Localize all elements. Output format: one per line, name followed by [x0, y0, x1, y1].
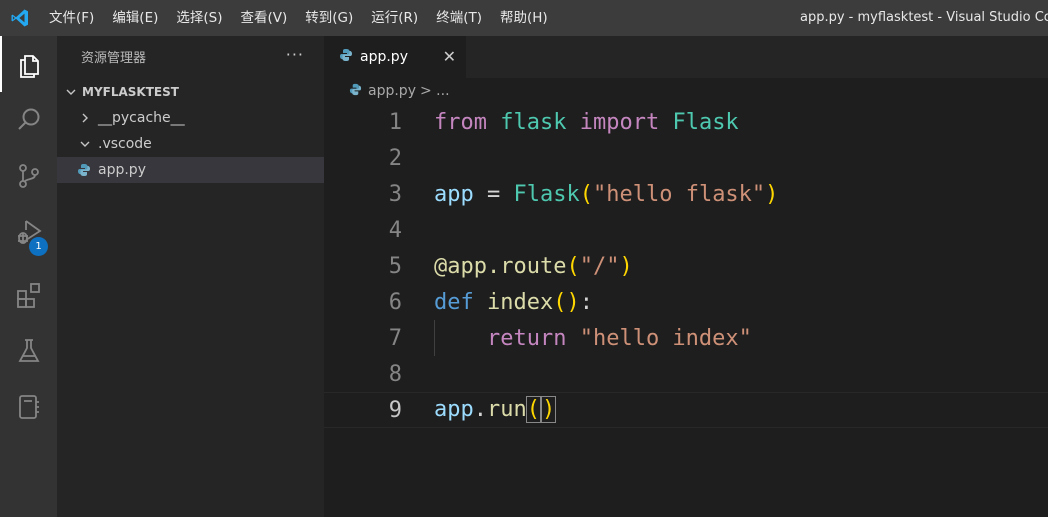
menu-go[interactable]: 转到(G) [296, 0, 362, 36]
line-number: 8 [388, 361, 402, 387]
window-title: app.py - myflasktest - Visual Studio Cod… [800, 10, 1048, 25]
tree-item-label: app.py [98, 162, 146, 178]
menu-terminal[interactable]: 终端(T) [427, 0, 491, 36]
code-text: return "hello index" [486, 325, 752, 351]
line-number: 1 [388, 109, 402, 135]
code-line: 4 [324, 212, 1048, 248]
menu-bar: 文件(F) 编辑(E) 选择(S) 查看(V) 转到(G) 运行(R) 终端(T… [40, 0, 557, 36]
explorer-header: 资源管理器 ··· [57, 36, 324, 77]
python-file-icon [349, 83, 362, 100]
code-text: from flask import Flask [434, 109, 739, 135]
close-icon[interactable]: ✕ [443, 47, 456, 66]
tree-item-label: __pycache__ [98, 110, 185, 126]
tab-app-py[interactable]: app.py ✕ [324, 36, 466, 78]
activity-bar: 1 [0, 36, 57, 517]
code-line: 7 return "hello index" [324, 320, 1048, 356]
chevron-down-icon [63, 86, 79, 98]
editor-tabs: app.py ✕ [324, 36, 1048, 78]
tree-item-label: .vscode [98, 136, 152, 152]
menu-run[interactable]: 运行(R) [362, 0, 427, 36]
line-number: 9 [388, 397, 402, 423]
breadcrumb: app.py > ... [324, 78, 1048, 104]
python-file-icon [77, 163, 93, 177]
line-number: 3 [388, 181, 402, 207]
explorer-icon[interactable] [0, 36, 57, 92]
code-text: app = Flask("hello flask") [434, 181, 779, 207]
code-line: 1 from flask import Flask [324, 104, 1048, 140]
python-file-icon [339, 48, 353, 66]
code-line: 5 @app.route("/") [324, 248, 1048, 284]
title-bar: 文件(F) 编辑(E) 选择(S) 查看(V) 转到(G) 运行(R) 终端(T… [0, 0, 1048, 36]
testing-icon[interactable] [0, 323, 57, 379]
menu-selection[interactable]: 选择(S) [167, 0, 231, 36]
menu-edit[interactable]: 编辑(E) [103, 0, 167, 36]
line-number: 6 [388, 289, 402, 315]
line-number: 4 [388, 217, 402, 243]
chevron-right-icon [77, 112, 93, 124]
breadcrumb-file[interactable]: app.py [368, 83, 416, 99]
source-control-icon[interactable] [0, 148, 57, 204]
run-debug-icon[interactable] [0, 204, 57, 260]
code-line: 6 def index(): [324, 284, 1048, 320]
extensions-icon[interactable] [0, 267, 57, 323]
more-actions-icon[interactable]: ··· [286, 45, 304, 64]
menu-help[interactable]: 帮助(H) [491, 0, 557, 36]
project-name: MYFLASKTEST [82, 85, 179, 99]
menu-view[interactable]: 查看(V) [232, 0, 297, 36]
chevron-down-icon [77, 138, 93, 150]
code-editor[interactable]: 1 from flask import Flask 2 3 app = Flas… [324, 104, 1048, 517]
line-number: 5 [388, 253, 402, 279]
line-number: 2 [388, 145, 402, 171]
tree-item-vscode[interactable]: .vscode [57, 131, 324, 157]
code-line: 8 [324, 356, 1048, 392]
tab-label: app.py [360, 49, 408, 65]
code-line: 3 app = Flask("hello flask") [324, 176, 1048, 212]
code-text: app.run() [434, 396, 557, 423]
search-icon[interactable] [0, 92, 57, 148]
code-line: 2 [324, 140, 1048, 176]
menu-file[interactable]: 文件(F) [40, 0, 103, 36]
line-number: 7 [388, 325, 402, 351]
project-section-header[interactable]: MYFLASKTEST [57, 79, 324, 105]
tree-item-pycache[interactable]: __pycache__ [57, 105, 324, 131]
vscode-logo-icon [0, 0, 40, 36]
code-text: @app.route("/") [434, 253, 633, 279]
code-text: def index(): [434, 289, 593, 315]
explorer-title: 资源管理器 [81, 51, 147, 66]
tree-item-app-py[interactable]: app.py [57, 157, 324, 183]
explorer-sidebar: 资源管理器 ··· MYFLASKTEST __pycache__ .vscod… [57, 36, 324, 517]
breadcrumb-rest[interactable]: > ... [420, 83, 450, 99]
debug-badge: 1 [29, 237, 48, 256]
code-line-current: 9 app.run() [324, 392, 1048, 428]
notebook-icon[interactable] [0, 379, 57, 435]
